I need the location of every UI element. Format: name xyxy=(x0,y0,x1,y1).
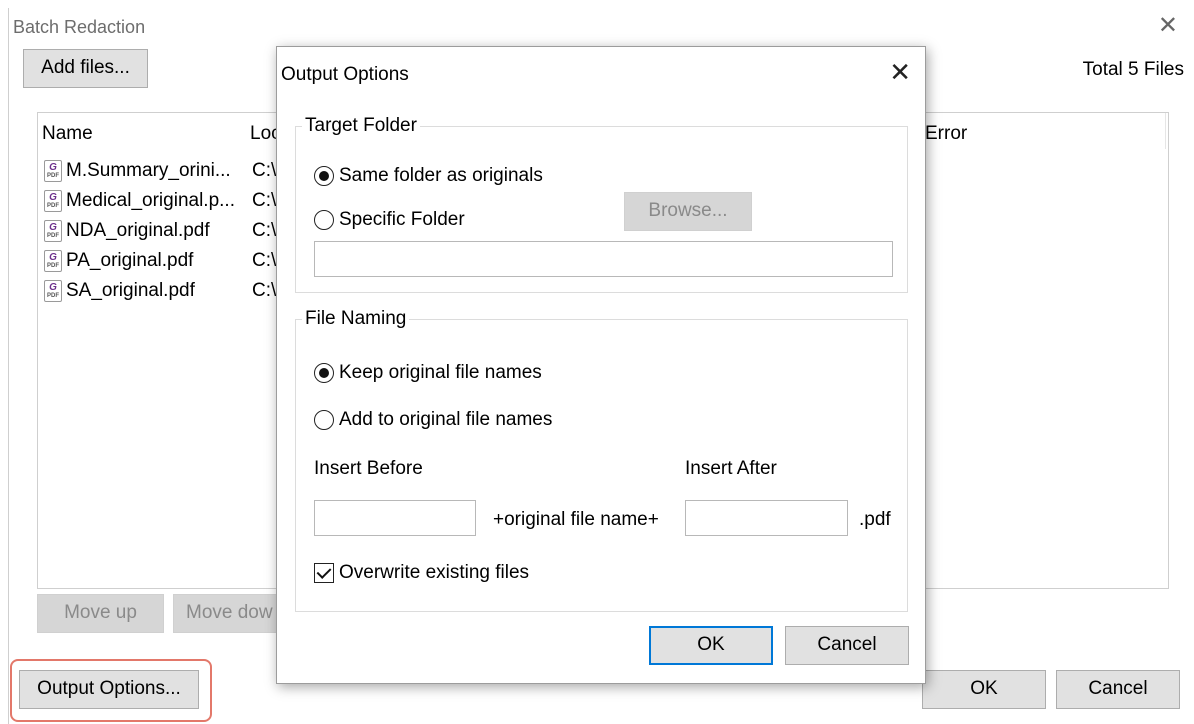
file-row[interactable]: G PDF M.Summary_orini... C:\ xyxy=(44,157,276,185)
file-row[interactable]: G PDF PA_original.pdf C:\ xyxy=(44,247,276,275)
add-names-radio[interactable]: Add to original file names xyxy=(314,409,552,431)
specific-folder-label: Specific Folder xyxy=(339,209,465,230)
specific-folder-radio[interactable]: Specific Folder xyxy=(314,209,465,231)
keep-names-label: Keep original file names xyxy=(339,362,542,383)
insert-after-input[interactable] xyxy=(685,500,848,536)
file-naming-legend: File Naming xyxy=(302,308,410,330)
file-location: C:\ xyxy=(252,160,277,181)
file-name: Medical_original.p... xyxy=(66,190,235,211)
window-title: Batch Redaction xyxy=(13,17,146,37)
insert-before-label: Insert Before xyxy=(314,458,423,479)
radio-unselected-icon xyxy=(314,210,334,230)
radio-selected-icon xyxy=(314,166,334,186)
add-files-button[interactable]: Add files... xyxy=(23,49,148,88)
pdf-file-icon: G PDF xyxy=(44,160,62,182)
radio-unselected-icon xyxy=(314,410,334,430)
window-close-icon[interactable]: ✕ xyxy=(1158,14,1178,38)
file-location: C:\ xyxy=(252,190,277,211)
insert-after-label: Insert After xyxy=(685,458,777,479)
insert-before-input[interactable] xyxy=(314,500,476,536)
column-header-name[interactable]: Name xyxy=(42,123,93,145)
original-file-name-text: +original file name+ xyxy=(493,509,659,530)
cancel-button[interactable]: Cancel xyxy=(1056,670,1180,709)
file-name: SA_original.pdf xyxy=(66,280,195,301)
dialog-close-icon[interactable]: ✕ xyxy=(889,59,911,85)
column-divider[interactable] xyxy=(1165,113,1166,149)
pdf-file-icon: G PDF xyxy=(44,250,62,272)
target-folder-legend: Target Folder xyxy=(302,115,420,137)
overwrite-checkbox[interactable]: Overwrite existing files xyxy=(314,562,529,584)
move-up-button[interactable]: Move up xyxy=(37,594,164,633)
overwrite-label: Overwrite existing files xyxy=(339,562,530,583)
file-location: C:\ xyxy=(252,250,277,271)
target-folder-group: Target Folder Same folder as originals S… xyxy=(295,115,908,293)
pdf-file-icon: G PDF xyxy=(44,220,62,242)
file-location: C:\ xyxy=(252,280,277,301)
extension-text: .pdf xyxy=(859,509,891,530)
same-folder-radio[interactable]: Same folder as originals xyxy=(314,165,543,187)
checkbox-checked-icon xyxy=(314,563,334,583)
add-names-label: Add to original file names xyxy=(339,409,553,430)
file-row[interactable]: G PDF Medical_original.p... C:\ xyxy=(44,187,276,215)
browse-button[interactable]: Browse... xyxy=(624,192,752,231)
ok-button[interactable]: OK xyxy=(922,670,1046,709)
pdf-file-icon: G PDF xyxy=(44,280,62,302)
file-name: M.Summary_orini... xyxy=(66,160,231,181)
output-options-button[interactable]: Output Options... xyxy=(19,670,199,709)
radio-selected-icon xyxy=(314,363,334,383)
dialog-ok-button[interactable]: OK xyxy=(649,626,773,665)
file-name: NDA_original.pdf xyxy=(66,220,210,241)
same-folder-label: Same folder as originals xyxy=(339,165,543,186)
file-row[interactable]: G PDF NDA_original.pdf C:\ xyxy=(44,217,276,245)
dialog-title: Output Options xyxy=(281,64,409,85)
file-naming-group: File Naming Keep original file names Add… xyxy=(295,308,908,612)
keep-names-radio[interactable]: Keep original file names xyxy=(314,362,542,384)
folder-path-input[interactable] xyxy=(314,241,893,277)
output-options-dialog: Output Options ✕ Target Folder Same fold… xyxy=(276,46,926,684)
file-location: C:\ xyxy=(252,220,277,241)
total-files-label: Total 5 Files xyxy=(1082,59,1184,80)
dialog-cancel-button[interactable]: Cancel xyxy=(785,626,909,665)
file-name: PA_original.pdf xyxy=(66,250,194,271)
column-header-error[interactable]: Error xyxy=(925,123,967,145)
pdf-file-icon: G PDF xyxy=(44,190,62,212)
file-row[interactable]: G PDF SA_original.pdf C:\ xyxy=(44,277,276,305)
